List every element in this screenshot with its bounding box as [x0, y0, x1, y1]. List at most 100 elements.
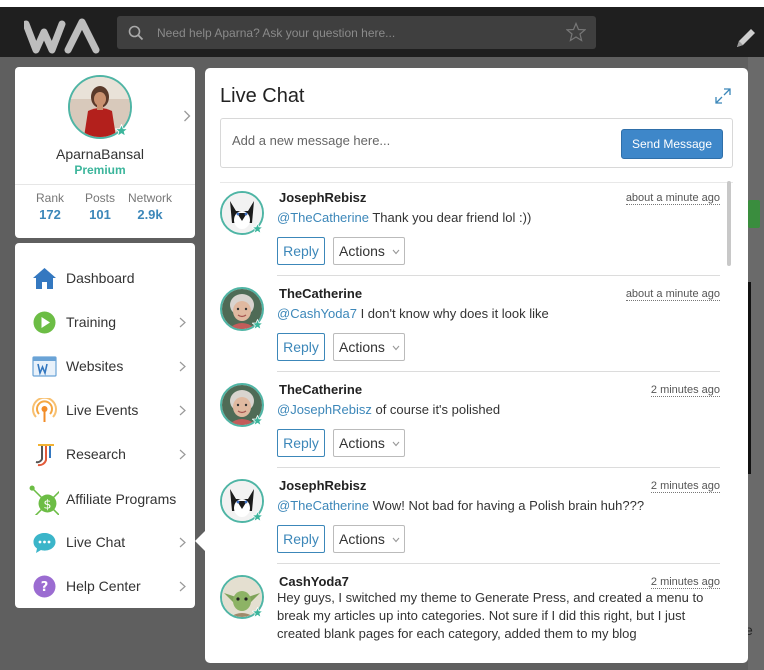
sidebar-item-label: Help Center — [66, 578, 141, 594]
play-icon — [33, 311, 56, 334]
sidebar-item-label: Training — [66, 314, 117, 330]
chat-message: TheCatherine about a minute ago @CashYod… — [220, 276, 720, 372]
actions-dropdown[interactable]: Actions — [333, 237, 405, 265]
sidebar-item-help-center[interactable]: ? Help Center — [15, 566, 195, 606]
sidebar-item-dashboard[interactable]: Dashboard — [15, 258, 195, 298]
sidebar-item-label: Research — [66, 446, 126, 462]
actions-dropdown[interactable]: Actions — [333, 429, 405, 457]
stat-network[interactable]: Network 2.9k — [120, 191, 180, 222]
actions-dropdown[interactable]: Actions — [333, 525, 405, 553]
divider — [15, 184, 195, 185]
message-body: Hey guys, I switched my theme to Generat… — [277, 590, 704, 641]
help-icon: ? — [33, 575, 56, 598]
message-author[interactable]: CashYoda7 — [279, 574, 349, 589]
profile-name[interactable]: AparnaBansal — [15, 146, 185, 162]
affiliate-network-icon: $ — [29, 485, 59, 515]
mention-link[interactable]: @TheCatherine — [277, 210, 369, 225]
sidebar-menu: Dashboard Training Websites Live Events — [15, 243, 195, 608]
sidebar-item-training[interactable]: Training — [15, 302, 195, 342]
sidebar-item-label: Affiliate Programs — [66, 491, 177, 507]
chevron-right-icon — [179, 449, 186, 460]
chat-message: JosephRebisz 2 minutes ago @TheCatherine… — [220, 468, 720, 564]
background-panel-edge — [748, 282, 751, 474]
wealthy-affiliate-logo[interactable] — [24, 18, 102, 54]
chevron-down-icon — [392, 345, 400, 351]
broadcast-icon — [32, 398, 57, 422]
pencil-icon[interactable] — [733, 25, 759, 51]
expand-icon[interactable] — [713, 86, 733, 106]
chevron-down-icon — [392, 249, 400, 255]
chevron-right-icon — [179, 361, 186, 372]
sidebar-item-live-chat[interactable]: Live Chat — [15, 522, 195, 562]
message-timestamp: 2 minutes ago — [650, 480, 720, 493]
reply-button[interactable]: Reply — [277, 333, 325, 361]
sidebar-item-research[interactable]: Research — [15, 434, 195, 474]
message-text: @TheCatherine Wow! Not bad for having a … — [277, 497, 720, 515]
top-bar — [0, 0, 764, 57]
actions-label: Actions — [339, 531, 385, 547]
sidebar-item-live-events[interactable]: Live Events — [15, 390, 195, 430]
sidebar-item-label: Live Chat — [66, 534, 126, 550]
message-text: @TheCatherine Thank you dear friend lol … — [277, 209, 720, 227]
scrollbar-thumb[interactable] — [727, 181, 731, 266]
live-chat-panel: Live Chat Send Message JosephRebisz abou… — [205, 68, 748, 663]
chevron-down-icon — [392, 537, 400, 543]
sidebar-item-label: Websites — [66, 358, 124, 374]
chevron-right-icon — [179, 317, 186, 328]
premium-badge-icon — [252, 415, 263, 426]
stat-label: Network — [127, 191, 172, 205]
svg-text:$: $ — [43, 498, 51, 513]
message-author[interactable]: JosephRebisz — [279, 190, 366, 205]
message-text: @JosephRebisz of course it's polished — [277, 401, 720, 419]
chevron-right-icon — [179, 537, 186, 548]
profile-card: AparnaBansal Premium Rank 172 Posts 101 … — [15, 67, 195, 238]
svg-text:?: ? — [41, 580, 49, 595]
chat-bubble-icon — [33, 533, 56, 553]
search-icon[interactable] — [127, 24, 145, 42]
premium-badge-icon — [115, 124, 128, 137]
page-title: Live Chat — [220, 85, 305, 107]
sidebar-item-websites[interactable]: Websites — [15, 346, 195, 386]
actions-label: Actions — [339, 243, 385, 259]
actions-label: Actions — [339, 339, 385, 355]
message-composer: Send Message — [220, 118, 733, 168]
mention-link[interactable]: @JosephRebisz — [277, 402, 372, 417]
membership-tier: Premium — [74, 163, 126, 177]
message-author[interactable]: TheCatherine — [279, 286, 362, 301]
search-input[interactable] — [157, 16, 547, 49]
message-body: I don't know why does it look like — [356, 306, 549, 321]
chevron-down-icon — [392, 441, 400, 447]
premium-badge-icon — [252, 223, 263, 234]
website-icon — [32, 356, 57, 377]
search-bar — [117, 16, 596, 49]
message-input[interactable] — [232, 131, 612, 149]
star-icon[interactable] — [566, 22, 586, 42]
message-timestamp: about a minute ago — [625, 288, 720, 301]
background-green-button — [748, 200, 760, 228]
message-body: Thank you dear friend lol :)) — [368, 210, 532, 225]
chevron-right-icon — [179, 581, 186, 592]
chevron-right-icon — [179, 405, 186, 416]
reply-button[interactable]: Reply — [277, 525, 325, 553]
message-author[interactable]: JosephRebisz — [279, 478, 366, 493]
message-body: of course it's polished — [371, 402, 501, 417]
chat-message: TheCatherine 2 minutes ago @JosephRebisz… — [220, 372, 720, 468]
actions-dropdown[interactable]: Actions — [333, 333, 405, 361]
message-timestamp: about a minute ago — [625, 192, 720, 205]
reply-button[interactable]: Reply — [277, 429, 325, 457]
chat-message: CashYoda7 2 minutes ago Hey guys, I swit… — [220, 564, 720, 663]
research-icon — [35, 444, 54, 467]
chat-message: JosephRebisz about a minute ago @TheCath… — [220, 180, 720, 276]
message-text: @CashYoda7 I don't know why does it look… — [277, 305, 720, 323]
message-timestamp: 2 minutes ago — [650, 576, 720, 589]
mention-link[interactable]: @TheCatherine — [277, 498, 369, 513]
message-author[interactable]: TheCatherine — [279, 382, 362, 397]
send-message-button[interactable]: Send Message — [621, 129, 723, 159]
mention-link[interactable]: @CashYoda7 — [277, 306, 357, 321]
sidebar-item-label: Dashboard — [66, 270, 135, 286]
chevron-right-icon[interactable] — [183, 110, 191, 122]
stat-value: 2.9k — [137, 207, 163, 222]
premium-badge-icon — [252, 607, 263, 618]
reply-button[interactable]: Reply — [277, 237, 325, 265]
sidebar-item-affiliate-programs[interactable]: $ Affiliate Programs — [15, 479, 195, 519]
